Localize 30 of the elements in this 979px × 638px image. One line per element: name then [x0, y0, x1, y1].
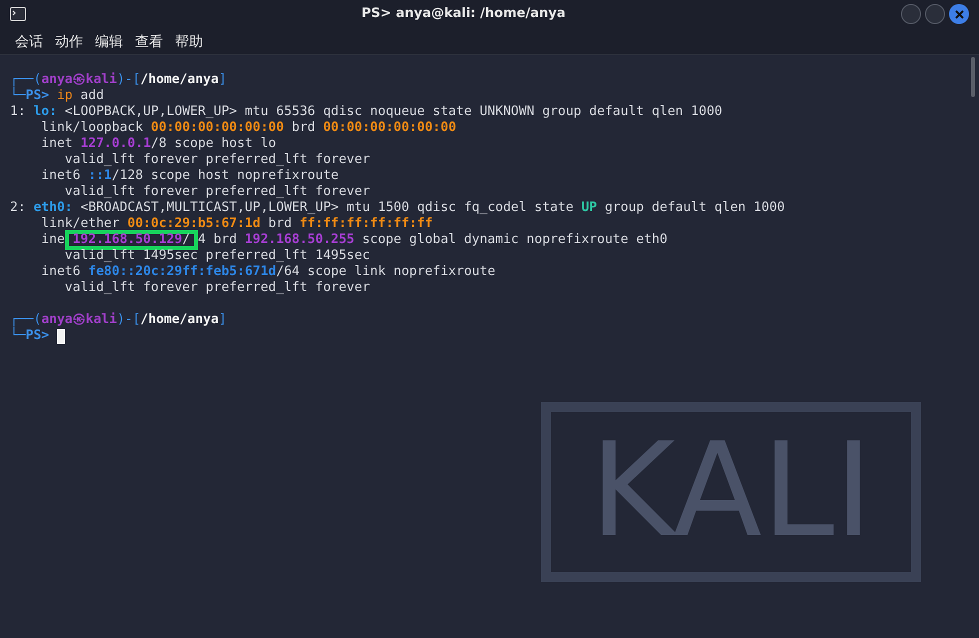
terminal-text: ine: [40, 232, 65, 248]
terminal-line: └─PS> ip add: [10, 88, 104, 104]
menu-item[interactable]: 帮助: [170, 30, 208, 52]
terminal-line: valid_lft forever preferred_lft forever: [64, 152, 370, 168]
menu-item[interactable]: 查看: [130, 30, 168, 52]
terminal-line: ┌──(anya㉿kali)-[/home/anya]: [10, 312, 227, 327]
terminal-line: 1: lo: <LOOPBACK,UP,LOWER_UP> mtu 65536 qdisc noqueue state UNKNOWN group default qlen 1000: [10, 104, 722, 120]
terminal-line: link/loopback 00:00:00:00:00:00 brd 00:00:00:00:00:00: [40, 120, 456, 136]
maximize-button[interactable]: [925, 4, 945, 24]
terminal-line: 2: eth0: <BROADCAST,MULTICAST,UP,LOWER_UP> mtu 1500 qdisc fq_codel state UP group default qlen 1000: [10, 200, 785, 216]
ip-address-text: 192.168.50.129/: [72, 232, 190, 248]
terminal-line: valid_lft 1495sec preferred_lft 1495sec: [64, 248, 370, 264]
menu-item[interactable]: 动作: [50, 30, 88, 52]
terminal-line: ┌──(anya㉿kali)-[/home/anya]: [10, 72, 227, 87]
terminal-line: inet6 ::1/128 scope host noprefixroute: [40, 168, 339, 184]
menu-item[interactable]: 会话: [10, 30, 48, 52]
terminal-line: link/ether 00:0c:29:b5:67:1d brd ff:ff:ff:ff:ff:ff: [40, 216, 433, 232]
terminal-line: valid_lft forever preferred_lft forever: [64, 184, 370, 200]
menu-item[interactable]: 编辑: [90, 30, 128, 52]
terminal-line: └─PS>: [10, 328, 50, 344]
terminal-text: 4 brd 192.168.50.255 scope global dynamic noprefixroute eth0: [198, 232, 668, 248]
close-icon: [954, 10, 964, 18]
window-title: PS> anya@kali: /home/anya: [362, 5, 566, 24]
terminal-line: valid_lft forever preferred_lft forever: [64, 280, 370, 296]
terminal-line: inet 127.0.0.1/8 scope host lo: [40, 136, 276, 152]
minimize-button[interactable]: [901, 4, 921, 24]
terminal-line: inet6 fe80::20c:29ff:feb5:671d/64 scope link noprefixroute: [40, 264, 496, 280]
close-button[interactable]: [949, 4, 969, 24]
terminal-icon: [10, 7, 26, 21]
scrollbar: [971, 57, 975, 97]
